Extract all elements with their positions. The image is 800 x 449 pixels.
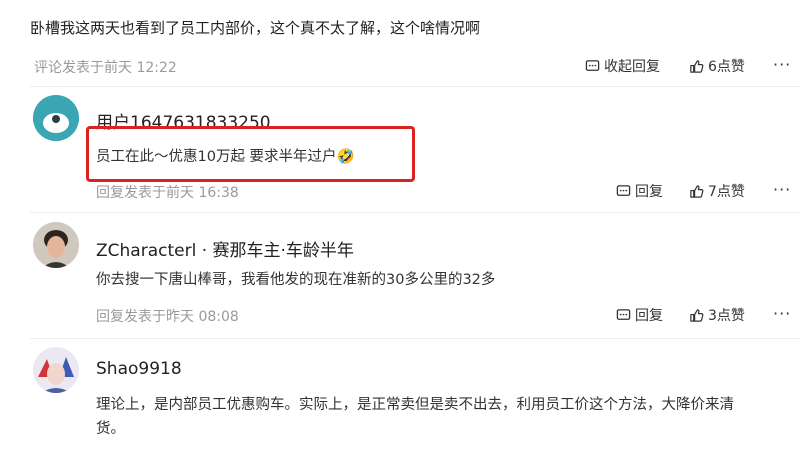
reply-meta: 回复发表于前天 16:38: [96, 185, 239, 201]
username[interactable]: Shao9918: [96, 359, 182, 379]
avatar-graphic: [33, 95, 79, 141]
reply-icon: [616, 308, 631, 320]
reply-meta: 回复发表于昨天 08:08: [96, 309, 239, 325]
avatar-graphic: [33, 347, 79, 393]
top-comment-text: 卧槽我这两天也看到了员工内部价，这个真不太了解，这个啥情况啊: [30, 19, 481, 37]
like-button[interactable]: 3点赞: [689, 305, 745, 325]
like-button[interactable]: 7点赞: [689, 181, 745, 201]
divider: [30, 212, 800, 213]
reply-button[interactable]: 回复: [616, 181, 663, 201]
top-comment-meta: 评论发表于前天 12:22: [34, 60, 177, 76]
highlight-box: [86, 126, 415, 182]
divider: [30, 338, 800, 339]
reply-content: 你去搜一下唐山棒哥，我看他发的现在准新的30多公里的32多: [96, 272, 496, 288]
avatar[interactable]: [33, 95, 79, 141]
avatar-graphic: [33, 222, 79, 268]
more-icon[interactable]: ···: [773, 304, 791, 323]
collapse-reply-label: 收起回复: [604, 59, 660, 75]
more-icon[interactable]: ···: [773, 55, 791, 74]
like-icon: [690, 184, 704, 198]
reply-content-line2: 货。: [96, 421, 125, 437]
username[interactable]: ZCharacterl · 赛那车主·车龄半年: [96, 236, 354, 261]
like-icon: [690, 59, 704, 73]
more-icon[interactable]: ···: [773, 180, 791, 199]
reply-icon: [616, 184, 631, 196]
reply-label: 回复: [635, 308, 663, 324]
reply-icon: [585, 59, 600, 71]
like-icon: [690, 308, 704, 322]
avatar[interactable]: [33, 222, 79, 268]
like-label: 6点赞: [708, 59, 745, 75]
avatar[interactable]: [33, 347, 79, 393]
reply-content-line1: 理论上，是内部员工优惠购车。实际上，是正常卖但是卖不出去，利用员工价这个方法，大…: [96, 397, 734, 413]
like-button[interactable]: 6点赞: [689, 56, 745, 76]
reply-label: 回复: [635, 184, 663, 200]
like-label: 7点赞: [708, 184, 745, 200]
collapse-reply-button[interactable]: 收起回复: [585, 56, 660, 76]
reply-button[interactable]: 回复: [616, 305, 663, 325]
like-label: 3点赞: [708, 308, 745, 324]
divider: [30, 86, 800, 87]
